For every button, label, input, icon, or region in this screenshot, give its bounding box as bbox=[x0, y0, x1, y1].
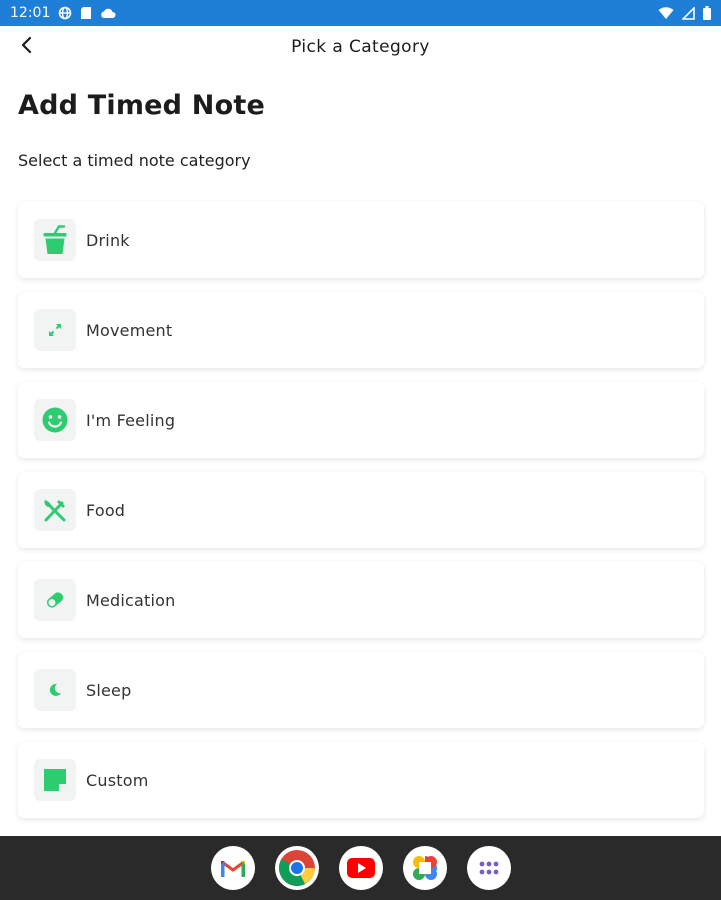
category-label: Drink bbox=[86, 230, 130, 250]
pill-icon bbox=[34, 579, 76, 621]
category-medication[interactable]: Medication bbox=[18, 562, 704, 638]
fork-knife-icon bbox=[34, 489, 76, 531]
app-drawer-icon[interactable] bbox=[466, 846, 511, 890]
cloud-icon bbox=[100, 7, 116, 19]
sticky-note-icon bbox=[34, 759, 76, 801]
category-feeling[interactable]: I'm Feeling bbox=[18, 382, 704, 458]
expand-arrows-icon bbox=[34, 309, 76, 351]
page-subtitle: Select a timed note category bbox=[18, 151, 251, 170]
back-button[interactable] bbox=[14, 34, 40, 60]
category-label: Medication bbox=[86, 590, 176, 610]
category-label: Food bbox=[86, 500, 126, 520]
taskbar bbox=[0, 836, 721, 900]
vpn-globe-icon bbox=[58, 6, 72, 20]
cup-icon bbox=[34, 219, 76, 261]
app-bar-title: Pick a Category bbox=[291, 37, 430, 57]
category-label: Sleep bbox=[86, 680, 132, 700]
smiley-icon bbox=[34, 399, 76, 441]
status-time: 12:01 bbox=[10, 5, 51, 21]
category-label: I'm Feeling bbox=[86, 410, 176, 430]
arrow-back-icon bbox=[20, 36, 34, 58]
category-label: Custom bbox=[86, 770, 149, 790]
page-title: Add Timed Note bbox=[18, 90, 265, 121]
category-movement[interactable]: Movement bbox=[18, 292, 704, 368]
wifi-icon bbox=[658, 6, 674, 20]
gmail-icon[interactable] bbox=[210, 846, 255, 890]
cell-signal-icon bbox=[682, 6, 695, 20]
moon-icon bbox=[34, 669, 76, 711]
status-bar: 12:01 bbox=[0, 0, 721, 26]
category-sleep[interactable]: Sleep bbox=[18, 652, 704, 728]
category-food[interactable]: Food bbox=[18, 472, 704, 548]
category-list: Drink Movement I'm Feeling Food Medicati… bbox=[18, 202, 704, 832]
app-bar: Pick a Category bbox=[0, 26, 721, 68]
photos-icon[interactable] bbox=[402, 846, 447, 890]
category-drink[interactable]: Drink bbox=[18, 202, 704, 278]
category-custom[interactable]: Custom bbox=[18, 742, 704, 818]
youtube-icon[interactable] bbox=[338, 846, 383, 890]
category-label: Movement bbox=[86, 320, 173, 340]
sd-card-icon bbox=[80, 6, 92, 20]
battery-icon bbox=[703, 6, 711, 20]
chrome-icon[interactable] bbox=[274, 846, 319, 890]
